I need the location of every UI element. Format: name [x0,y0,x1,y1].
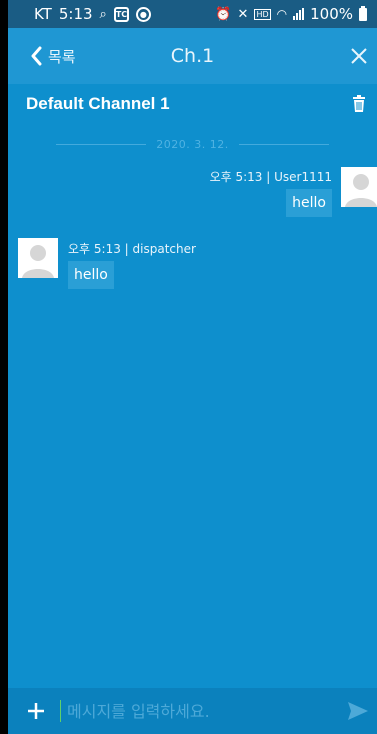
composer-bar [8,688,377,734]
alert-icon: ● [135,6,151,22]
user-icon [345,174,377,207]
close-button[interactable] [345,42,373,70]
status-bar: KT 5:13 ⌕ TC ● ⏰ ✕ HD ◠ 100% [8,0,377,28]
plus-icon [28,703,44,719]
back-button[interactable]: 목록 [8,28,76,84]
attach-button[interactable] [16,688,56,734]
app-screen: KT 5:13 ⌕ TC ● ⏰ ✕ HD ◠ 100% 목록 Ch.1 Def… [8,0,377,734]
message-outgoing: 오후 5:13 | User1111 hello [210,168,332,217]
wifi-icon: ◠ [276,7,288,21]
message-bubble[interactable]: hello [68,261,114,289]
mute-icon: ✕ [237,6,249,22]
message-meta: 오후 5:13 | dispatcher [68,242,196,256]
alarm-icon: ⏰ [215,6,232,22]
message-input[interactable] [61,701,341,721]
avatar[interactable] [341,167,377,207]
avatar[interactable] [18,238,58,278]
back-label: 목록 [48,47,76,66]
battery-percent: 100% [310,5,353,23]
divider [238,143,329,145]
voicemail-icon: ⌕ [99,6,107,22]
clock: 5:13 [58,5,93,23]
send-icon [348,702,368,720]
user-icon [22,245,54,278]
send-button[interactable] [341,688,375,734]
app-notify-icon: TC [113,6,129,22]
hd-badge: HD [254,8,271,20]
channel-name: Default Channel 1 [26,94,170,113]
status-left: KT 5:13 ⌕ TC ● [34,5,151,23]
battery-icon [359,5,367,21]
date-separator: 2020. 3. 12. [8,136,377,152]
date-label: 2020. 3. 12. [156,137,229,151]
signal-icon [293,8,305,20]
chevron-left-icon [31,46,42,66]
trash-icon [353,95,365,112]
delete-channel-button[interactable] [351,95,367,113]
divider [56,143,147,145]
carrier-label: KT [34,5,52,23]
message-bubble[interactable]: hello [286,189,332,217]
channel-bar: Default Channel 1 [8,84,377,124]
status-right: ⏰ ✕ HD ◠ 100% [215,5,367,23]
message-meta: 오후 5:13 | User1111 [209,170,332,184]
close-icon [351,48,367,64]
app-header: 목록 Ch.1 [8,28,377,84]
message-incoming: 오후 5:13 | dispatcher hello [68,240,196,289]
